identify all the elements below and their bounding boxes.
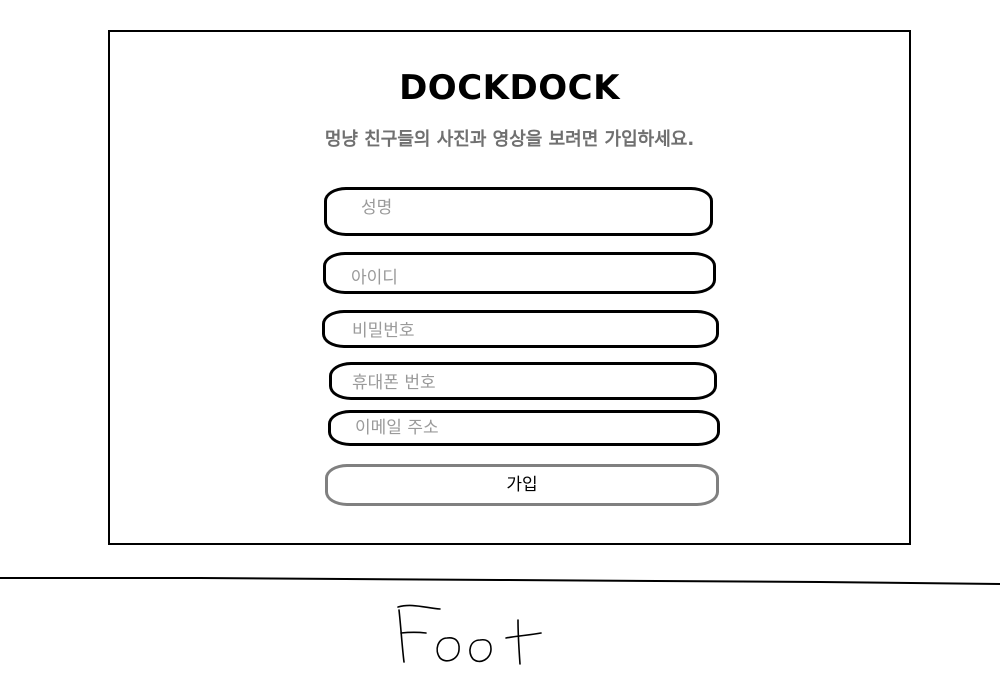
signup-button[interactable]: 가입 xyxy=(325,464,719,506)
name-field-wrapper xyxy=(324,187,713,236)
footer-divider xyxy=(0,577,1000,585)
id-field-wrapper xyxy=(323,252,716,294)
footer-handwritten-label xyxy=(397,604,542,665)
name-input[interactable] xyxy=(327,190,710,233)
brand-title: DOCKDOCK xyxy=(399,68,620,108)
phone-field-wrapper xyxy=(329,362,717,400)
password-field-wrapper xyxy=(322,310,719,348)
id-input[interactable] xyxy=(326,255,713,291)
signup-card: DOCKDOCK 멍냥 친구들의 사진과 영상을 보려면 가입하세요. 가입 xyxy=(108,30,911,545)
email-field-wrapper xyxy=(328,410,720,446)
phone-input[interactable] xyxy=(332,365,714,397)
email-input[interactable] xyxy=(331,413,717,443)
password-input[interactable] xyxy=(325,313,716,345)
signup-tagline: 멍냥 친구들의 사진과 영상을 보려면 가입하세요. xyxy=(324,129,695,150)
